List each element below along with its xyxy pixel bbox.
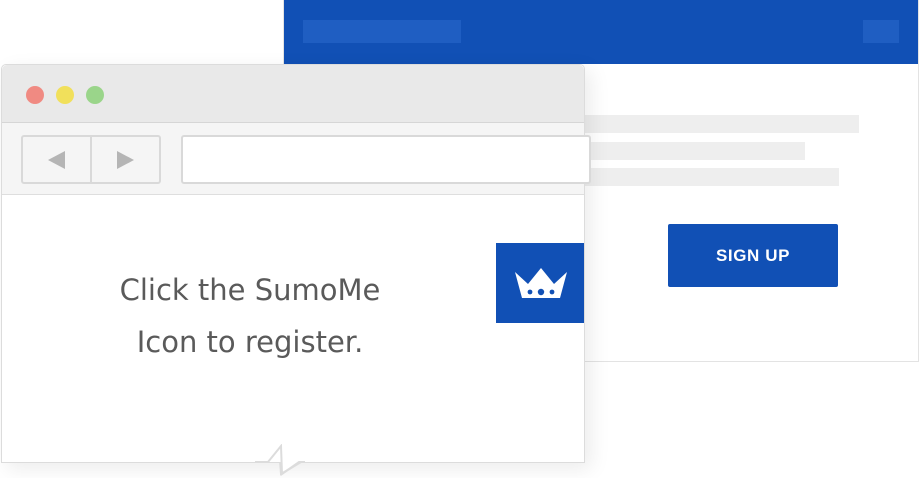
browser-titlebar bbox=[2, 65, 584, 123]
signup-page-header bbox=[284, 0, 918, 64]
illustration-stage: SIGN UP Click the SumoMe Icon to registe bbox=[0, 0, 920, 478]
crown-icon bbox=[514, 268, 567, 298]
browser-content: Click the SumoMe Icon to register. bbox=[2, 195, 584, 463]
maximize-window-button[interactable] bbox=[86, 86, 104, 104]
address-bar[interactable] bbox=[181, 135, 591, 184]
register-instruction: Click the SumoMe Icon to register. bbox=[64, 264, 436, 368]
header-menu-placeholder bbox=[863, 20, 899, 43]
arrow-left-icon bbox=[48, 150, 65, 169]
text-placeholder-line bbox=[574, 142, 805, 160]
text-placeholder-line bbox=[574, 168, 839, 186]
minimize-window-button[interactable] bbox=[56, 86, 74, 104]
arrow-right-icon bbox=[117, 150, 134, 169]
close-window-button[interactable] bbox=[26, 86, 44, 104]
forward-button[interactable] bbox=[92, 137, 159, 182]
instruction-line-2: Icon to register. bbox=[136, 325, 364, 359]
navigation-buttons bbox=[21, 135, 161, 184]
header-title-placeholder bbox=[303, 20, 461, 43]
text-placeholder-line bbox=[574, 115, 859, 133]
browser-toolbar bbox=[2, 123, 591, 195]
speech-tail bbox=[255, 444, 305, 476]
sign-up-button[interactable]: SIGN UP bbox=[668, 224, 838, 287]
back-button[interactable] bbox=[23, 137, 92, 182]
instruction-line-1: Click the SumoMe bbox=[119, 273, 381, 307]
browser-window: Click the SumoMe Icon to register. bbox=[1, 64, 591, 463]
sumome-button[interactable] bbox=[496, 243, 584, 323]
